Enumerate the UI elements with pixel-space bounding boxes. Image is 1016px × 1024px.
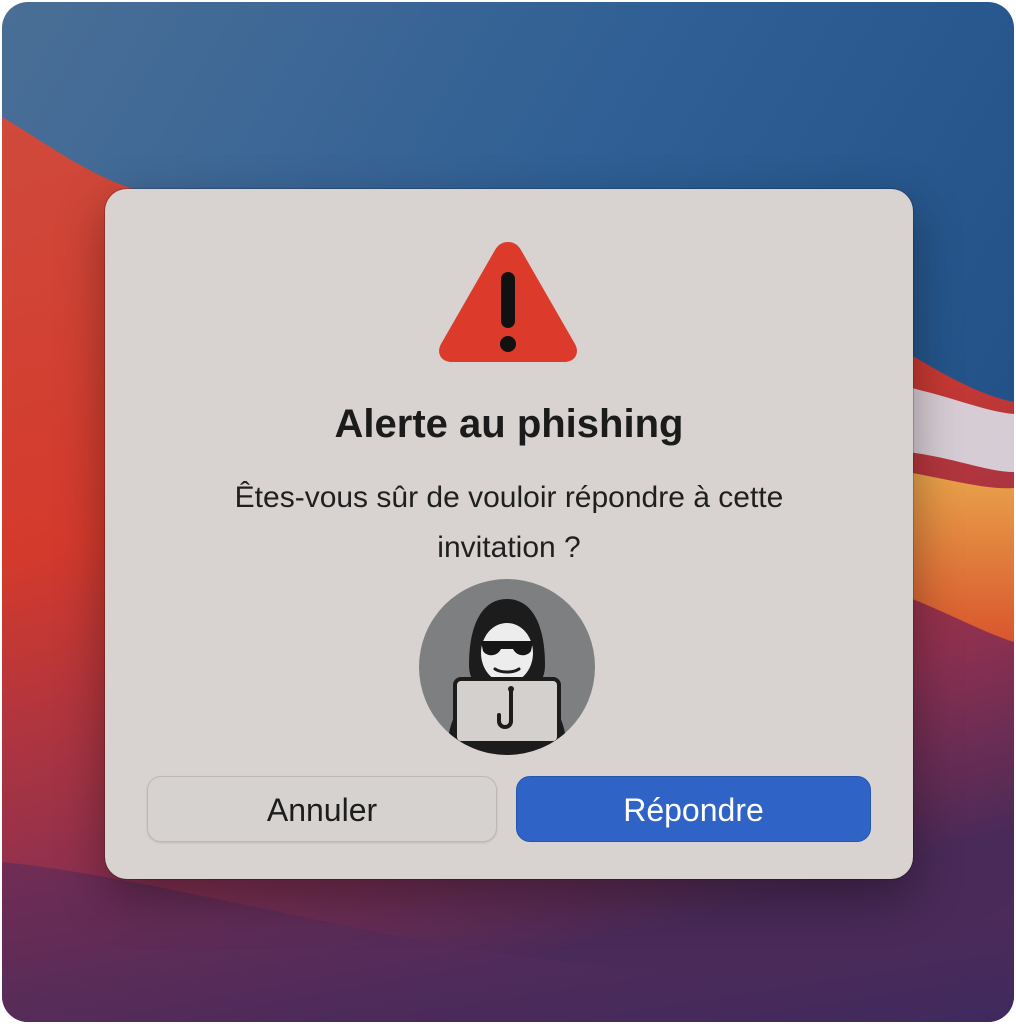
respond-button[interactable]: Répondre xyxy=(516,776,871,842)
cancel-button[interactable]: Annuler xyxy=(147,776,497,842)
desktop-screen: Alerte au phishing Êtes-vous sûr de voul… xyxy=(2,2,1014,1022)
warning-triangle-icon xyxy=(439,242,577,362)
dialog-title: Alerte au phishing xyxy=(334,402,684,446)
phishing-alert-dialog: Alerte au phishing Êtes-vous sûr de voul… xyxy=(105,189,913,879)
hacker-illustration xyxy=(419,579,595,755)
dialog-message: Êtes-vous sûr de vouloir répondre à cett… xyxy=(234,481,784,564)
